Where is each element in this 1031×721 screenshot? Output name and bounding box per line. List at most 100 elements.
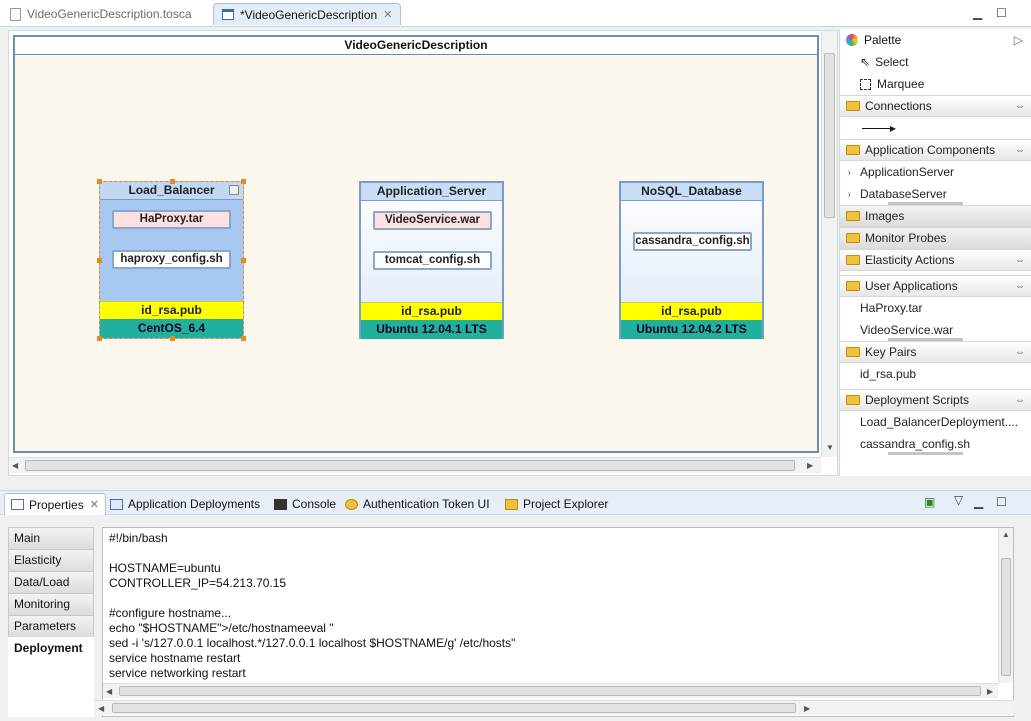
key-bar[interactable]: id_rsa.pub — [621, 302, 762, 320]
scroll-thumb[interactable] — [824, 53, 835, 218]
maximize-icon[interactable]: ☐ — [996, 6, 1007, 20]
horizontal-scrollbar[interactable]: ◀ ▶ — [103, 683, 998, 698]
tab-project-explorer[interactable]: Project Explorer — [505, 493, 608, 515]
script-text[interactable]: #!/bin/bash HOSTNAME=ubuntu CONTROLLER_IP=… — [109, 531, 515, 681]
maximize-icon[interactable]: ☐ — [996, 495, 1007, 509]
pin-icon[interactable]: ⇔ — [1015, 255, 1025, 266]
scroll-left-icon[interactable]: ◀ — [98, 704, 104, 713]
script-line: #configure hostname... — [109, 606, 232, 620]
pin-icon[interactable]: ⇔ — [1015, 281, 1025, 292]
tab-application-deployments[interactable]: Application Deployments — [110, 493, 260, 515]
horizontal-scrollbar[interactable]: ◀ ▶ — [9, 457, 821, 473]
pin-icon[interactable]: ⇔ — [1015, 101, 1025, 112]
tab-properties[interactable]: Properties ✕ — [4, 493, 106, 515]
scroll-thumb[interactable] — [112, 703, 796, 713]
artifact-chip[interactable]: tomcat_config.sh — [373, 251, 492, 270]
drawer-connections[interactable]: Connections ⇔ — [840, 95, 1031, 117]
palette-item[interactable]: VideoService.war — [840, 319, 1031, 341]
node-application-server[interactable]: Application_Server VideoService.war tomc… — [359, 181, 504, 339]
view-menu-icon[interactable]: ▽ — [954, 493, 963, 507]
os-bar[interactable]: Ubuntu 12.04.2 LTS — [621, 320, 762, 339]
tab-tosca-file[interactable]: VideoGenericDescription.tosca — [2, 3, 200, 25]
palette-item[interactable]: Load_BalancerDeployment.... — [840, 411, 1031, 433]
key-bar[interactable]: id_rsa.pub — [361, 302, 502, 320]
folder-icon — [846, 281, 860, 291]
close-icon[interactable]: ✕ — [383, 8, 392, 21]
section-tab-main[interactable]: Main — [8, 527, 94, 549]
scroll-up-icon[interactable]: ▲ — [1002, 530, 1010, 539]
resize-handle[interactable] — [170, 179, 175, 184]
resize-handle[interactable] — [97, 336, 102, 341]
scroll-left-icon[interactable]: ◀ — [106, 687, 112, 696]
drawer-user-applications[interactable]: User Applications ⇔ — [840, 275, 1031, 297]
palette-item[interactable]: cassandra_config.sh — [840, 433, 1031, 455]
pin-icon[interactable]: ⇔ — [1015, 145, 1025, 156]
palette-item[interactable]: id_rsa.pub — [840, 363, 1031, 385]
outer-horizontal-scrollbar[interactable]: ◀ ▶ — [94, 700, 1014, 715]
close-icon[interactable]: ✕ — [90, 498, 99, 511]
vertical-scrollbar[interactable]: ▼ — [821, 31, 837, 457]
scroll-left-icon[interactable]: ◀ — [12, 461, 18, 470]
scroll-down-icon[interactable]: ▼ — [826, 443, 834, 452]
more-indicator[interactable] — [888, 452, 963, 455]
script-line — [109, 546, 515, 561]
pin-icon[interactable]: ⇔ — [1015, 395, 1025, 406]
drawer-key-pairs[interactable]: Key Pairs ⇔ — [840, 341, 1031, 363]
pin-icon[interactable]: ⇔ — [1015, 347, 1025, 358]
palette-item[interactable]: HaProxy.tar — [840, 297, 1031, 319]
palette-tool-select[interactable]: ⇖ Select — [840, 51, 1031, 73]
scroll-right-icon[interactable]: ▶ — [987, 687, 993, 696]
scroll-thumb[interactable] — [25, 460, 795, 471]
drawer-elasticity-actions[interactable]: Elasticity Actions ⇔ — [840, 249, 1031, 271]
vertical-scrollbar[interactable]: ▲ — [998, 528, 1013, 683]
resize-handle[interactable] — [97, 258, 102, 263]
folder-icon — [846, 101, 860, 111]
pin-view-icon[interactable]: ▣ — [924, 495, 935, 509]
palette-item[interactable]: › ApplicationServer — [840, 161, 1031, 183]
node-load-balancer[interactable]: Load_Balancer HaProxy.tar haproxy_config… — [97, 179, 246, 341]
resize-handle[interactable] — [241, 179, 246, 184]
drawer-monitor-probes[interactable]: Monitor Probes — [840, 227, 1031, 249]
tab-console[interactable]: Console — [274, 493, 336, 515]
section-tab-elasticity[interactable]: Elasticity — [8, 549, 94, 571]
section-tab-monitoring[interactable]: Monitoring — [8, 593, 94, 615]
minimize-icon[interactable]: ▁ — [973, 6, 982, 20]
drawer-application-components[interactable]: Application Components ⇔ — [840, 139, 1031, 161]
artifact-chip[interactable]: cassandra_config.sh — [633, 232, 752, 251]
palette-tool-marquee[interactable]: Marquee — [840, 73, 1031, 95]
connection-tool[interactable]: ▶ — [840, 117, 1031, 139]
drawer-deployment-scripts[interactable]: Deployment Scripts ⇔ — [840, 389, 1031, 411]
section-tab-deployment[interactable]: Deployment — [8, 637, 94, 659]
node-nosql-database[interactable]: NoSQL_Database cassandra_config.sh id_rs… — [619, 181, 764, 339]
artifact-chip[interactable]: HaProxy.tar — [112, 210, 231, 229]
file-icon — [10, 7, 21, 21]
folder-icon — [846, 347, 860, 357]
deployment-script-editor[interactable]: #!/bin/bash HOSTNAME=ubuntu CONTROLLER_IP=… — [102, 527, 1014, 717]
palette-item[interactable]: › DatabaseServer — [840, 183, 1031, 205]
section-tab-parameters[interactable]: Parameters — [8, 615, 94, 637]
tool-label: Marquee — [877, 77, 925, 91]
tab-diagram-editor[interactable]: *VideoGenericDescription ✕ — [213, 3, 402, 25]
scroll-thumb[interactable] — [119, 686, 981, 696]
artifact-chip[interactable]: VideoService.war — [373, 211, 492, 230]
scroll-right-icon[interactable]: ▶ — [804, 704, 810, 713]
section-tab-data-load[interactable]: Data/Load — [8, 571, 94, 593]
resize-handle[interactable] — [241, 258, 246, 263]
resize-handle[interactable] — [170, 336, 175, 341]
key-bar[interactable]: id_rsa.pub — [100, 301, 243, 319]
scroll-right-icon[interactable]: ▶ — [807, 461, 813, 470]
drawer-images[interactable]: Images — [840, 205, 1031, 227]
expand-arrow-icon[interactable]: › — [848, 190, 851, 199]
diagram-container[interactable]: VideoGenericDescription Load_Balancer Ha… — [13, 35, 819, 453]
artifact-chip[interactable]: haproxy_config.sh — [112, 250, 231, 269]
minimize-icon[interactable]: ▁ — [974, 495, 983, 509]
scroll-thumb[interactable] — [1001, 558, 1011, 676]
expand-arrow-icon[interactable]: › — [848, 168, 851, 177]
resize-handle[interactable] — [241, 336, 246, 341]
palette-header[interactable]: Palette ▷ — [840, 29, 1031, 51]
diagram-canvas[interactable]: VideoGenericDescription Load_Balancer Ha… — [8, 30, 838, 476]
resize-handle[interactable] — [97, 179, 102, 184]
os-bar[interactable]: Ubuntu 12.04.1 LTS — [361, 320, 502, 339]
tab-authentication-token[interactable]: Authentication Token UI — [345, 493, 490, 515]
collapse-arrow-icon[interactable]: ▷ — [1014, 33, 1023, 47]
